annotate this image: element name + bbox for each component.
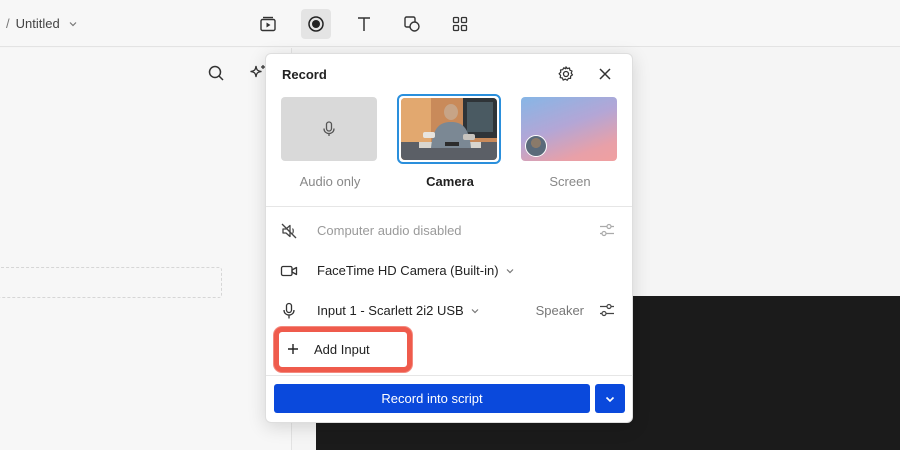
left-panel <box>0 48 292 450</box>
chevron-down-icon <box>604 393 616 405</box>
record-into-script-button[interactable]: Record into script <box>274 384 590 413</box>
sliders-icon[interactable] <box>598 221 616 239</box>
speaker-muted-icon <box>279 221 299 241</box>
scenes-play-icon[interactable] <box>253 9 283 39</box>
microphone-device-row[interactable]: Input 1 - Scarlett 2i2 USB Speaker <box>266 291 632 331</box>
document-title[interactable]: Untitled <box>16 16 60 31</box>
microphone-icon <box>279 301 299 321</box>
mode-screen[interactable]: Screen <box>521 97 619 189</box>
camera-device-name: FaceTime HD Camera (Built-in) <box>317 263 499 278</box>
camera-selected-frame <box>397 94 501 164</box>
breadcrumb-separator: / <box>6 16 10 31</box>
microphone-device-name: Input 1 - Scarlett 2i2 USB <box>317 303 464 318</box>
mode-camera[interactable]: Camera <box>397 94 501 189</box>
record-icon[interactable] <box>301 9 331 39</box>
sliders-icon[interactable] <box>598 301 616 319</box>
divider <box>266 375 632 376</box>
text-tool-icon[interactable] <box>349 9 379 39</box>
mode-label: Screen <box>549 174 591 189</box>
breadcrumb: / Untitled <box>6 16 78 31</box>
camera-bubble-avatar <box>525 135 547 157</box>
camera-device-row[interactable]: FaceTime HD Camera (Built-in) <box>266 251 632 291</box>
popover-title: Record <box>282 67 327 82</box>
record-popover: Record Audio only Camera Screen Computer… <box>265 53 633 423</box>
chevron-down-icon <box>505 266 515 276</box>
record-options-dropdown[interactable] <box>595 384 625 413</box>
camera-preview-thumbnail <box>401 98 497 160</box>
divider <box>266 206 632 207</box>
video-camera-icon <box>279 261 299 281</box>
computer-audio-status: Computer audio disabled <box>317 223 462 238</box>
computer-audio-row[interactable]: Computer audio disabled <box>266 211 632 251</box>
chevron-down-icon <box>470 306 480 316</box>
search-icon[interactable] <box>205 62 227 84</box>
drop-zone <box>0 267 222 298</box>
microphone-icon <box>321 120 337 138</box>
top-bar: / Untitled <box>0 0 900 47</box>
screen-preview-thumbnail <box>521 97 617 161</box>
audio-only-thumbnail <box>281 97 377 161</box>
add-input-button[interactable]: Add Input <box>274 327 412 372</box>
shapes-icon[interactable] <box>397 9 427 39</box>
plus-icon <box>285 341 301 357</box>
speaker-label[interactable]: Speaker <box>536 303 584 318</box>
mode-label: Audio only <box>299 174 361 189</box>
grid-icon[interactable] <box>445 9 475 39</box>
gear-icon[interactable] <box>555 63 577 85</box>
mode-label: Camera <box>426 174 474 189</box>
add-input-label: Add Input <box>314 342 370 357</box>
mode-audio-only[interactable]: Audio only <box>281 97 379 189</box>
chevron-down-icon[interactable] <box>68 19 78 29</box>
close-icon[interactable] <box>594 63 616 85</box>
